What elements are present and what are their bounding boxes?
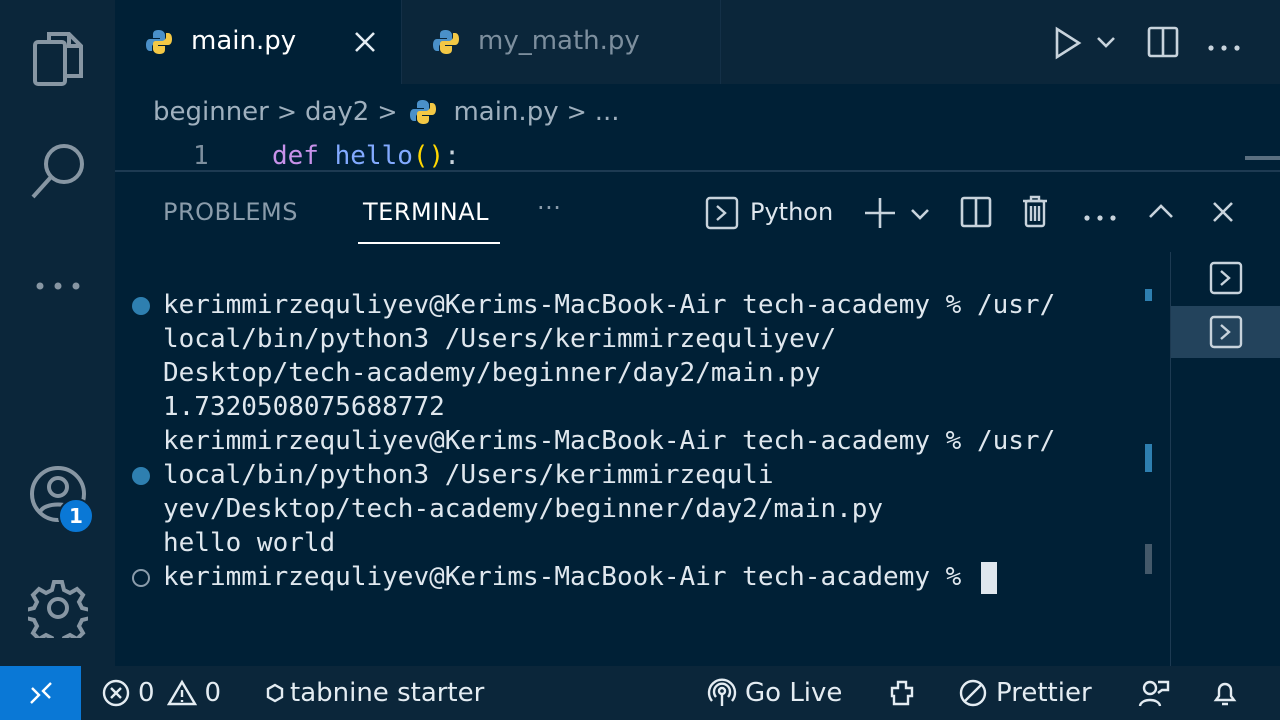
terminal-profile-icon [705, 196, 739, 234]
terminal-prompt: kerimmirzequliyev@Kerims-MacBook-Air tec… [163, 562, 977, 592]
editor-code[interactable]: 1 def hello(): [115, 140, 1280, 170]
explorer-icon[interactable] [0, 28, 115, 90]
terminal-list [1170, 252, 1280, 668]
breadcrumb: beginner > day2 > main.py > ... [153, 90, 620, 134]
tab-my-math-py[interactable]: my_math.py [401, 0, 721, 84]
tab-label: my_math.py [478, 26, 640, 56]
terminal-profile-label[interactable]: Python [750, 198, 833, 226]
search-icon[interactable] [0, 140, 115, 202]
chevron-down-icon[interactable] [1095, 34, 1117, 54]
command-pending-dot[interactable] [132, 569, 150, 587]
terminal-output[interactable]: kerimmirzequliyev@Kerims-MacBook-Air tec… [163, 288, 1055, 594]
minimap-slider[interactable] [1245, 156, 1280, 160]
bell-icon [1213, 682, 1237, 706]
terminal-line: hello world [163, 528, 336, 558]
chevron-right-icon: > [566, 98, 587, 126]
breadcrumb-item[interactable]: ... [595, 97, 620, 127]
line-number: 1 [193, 141, 209, 170]
accounts-badge: 1 [58, 498, 94, 534]
terminal-line: local/bin/python3 /Users/kerimmirzequli [163, 460, 774, 490]
tab-terminal[interactable]: TERMINAL [363, 198, 489, 226]
close-panel-icon[interactable] [1211, 200, 1235, 228]
split-terminal-icon[interactable] [960, 196, 992, 232]
scrollbar-marker [1145, 289, 1152, 301]
copilot-status[interactable] [886, 666, 918, 720]
warning-count: 0 [204, 678, 222, 708]
breadcrumb-item[interactable]: beginner [153, 97, 269, 127]
python-file-icon [145, 28, 173, 60]
python-file-icon [432, 28, 460, 60]
person-feedback-icon [1138, 680, 1170, 707]
prettier-label: Prettier [996, 678, 1092, 708]
trash-icon[interactable] [1021, 194, 1049, 232]
editor-tab-bar: main.py my_math.py [115, 0, 1280, 84]
terminal-instance[interactable] [1171, 252, 1280, 304]
terminal-instance[interactable] [1171, 306, 1280, 358]
scrollbar-marker [1145, 444, 1152, 472]
remote-indicator[interactable] [0, 666, 81, 720]
terminal-icon [1209, 261, 1243, 295]
split-editor-icon[interactable] [1147, 26, 1179, 62]
go-live-label: Go Live [745, 678, 843, 708]
tab-label: main.py [191, 26, 297, 56]
terminal-line: Desktop/tech-academy/beginner/day2/main.… [163, 358, 821, 388]
close-icon[interactable] [353, 30, 377, 58]
error-count: 0 [138, 678, 155, 708]
tabnine-label: tabnine starter [290, 678, 485, 708]
gear-icon[interactable] [0, 578, 115, 638]
remote-icon [29, 682, 52, 704]
tab-problems[interactable]: PROBLEMS [163, 198, 298, 226]
error-icon [102, 679, 130, 707]
more-actions-icon[interactable] [1083, 208, 1117, 227]
notifications-status[interactable] [1210, 666, 1240, 720]
go-live-status[interactable]: Go Live [707, 666, 842, 720]
terminal-icon [1209, 315, 1243, 349]
code-line: def hello(): [272, 141, 460, 170]
extension-icon [890, 680, 914, 706]
tabnine-status[interactable]: tabnine starter [266, 666, 484, 720]
tabnine-icon [266, 683, 284, 703]
panel-more-tabs[interactable]: ··· [537, 194, 561, 222]
maximize-panel-icon[interactable] [1147, 202, 1175, 224]
terminal-line: kerimmirzequliyev@Kerims-MacBook-Air tec… [163, 426, 1056, 456]
status-bar: 0 0 tabnine starter Go Live Prettier [0, 666, 1280, 720]
prettier-status[interactable]: Prettier [958, 666, 1092, 720]
prohibited-icon [959, 679, 987, 707]
terminal-panel: PROBLEMS TERMINAL ··· Python kerimmirzeq… [115, 170, 1280, 668]
breadcrumb-item[interactable]: main.py [453, 97, 558, 127]
problems-status[interactable]: 0 0 [102, 666, 221, 720]
terminal-line: 1.7320508075688772 [163, 392, 445, 422]
scrollbar-thumb[interactable] [1145, 544, 1152, 574]
python-file-icon [409, 98, 437, 126]
command-success-dot[interactable] [132, 467, 150, 485]
live-share-status[interactable] [1138, 666, 1170, 720]
terminal-cursor [980, 561, 997, 594]
terminal-line: yev/Desktop/tech-academy/beginner/day2/m… [163, 494, 884, 524]
chevron-right-icon: > [276, 98, 297, 126]
more-views-icon[interactable] [0, 276, 115, 296]
chevron-right-icon: > [377, 98, 398, 126]
breadcrumb-item[interactable]: day2 [305, 97, 369, 127]
active-tab-indicator [358, 242, 500, 244]
tab-main-py[interactable]: main.py [115, 0, 401, 84]
more-actions-icon[interactable] [1207, 38, 1241, 57]
broadcast-icon [707, 678, 737, 706]
terminal-line: kerimmirzequliyev@Kerims-MacBook-Air tec… [163, 290, 1056, 320]
run-icon[interactable] [1053, 26, 1083, 64]
warning-icon [166, 679, 197, 706]
plus-icon[interactable] [863, 196, 897, 234]
command-success-dot[interactable] [132, 297, 150, 315]
activity-bar: 1 [0, 0, 115, 666]
chevron-down-icon[interactable] [909, 206, 931, 226]
terminal-line: local/bin/python3 /Users/kerimmirzequliy… [163, 324, 837, 354]
